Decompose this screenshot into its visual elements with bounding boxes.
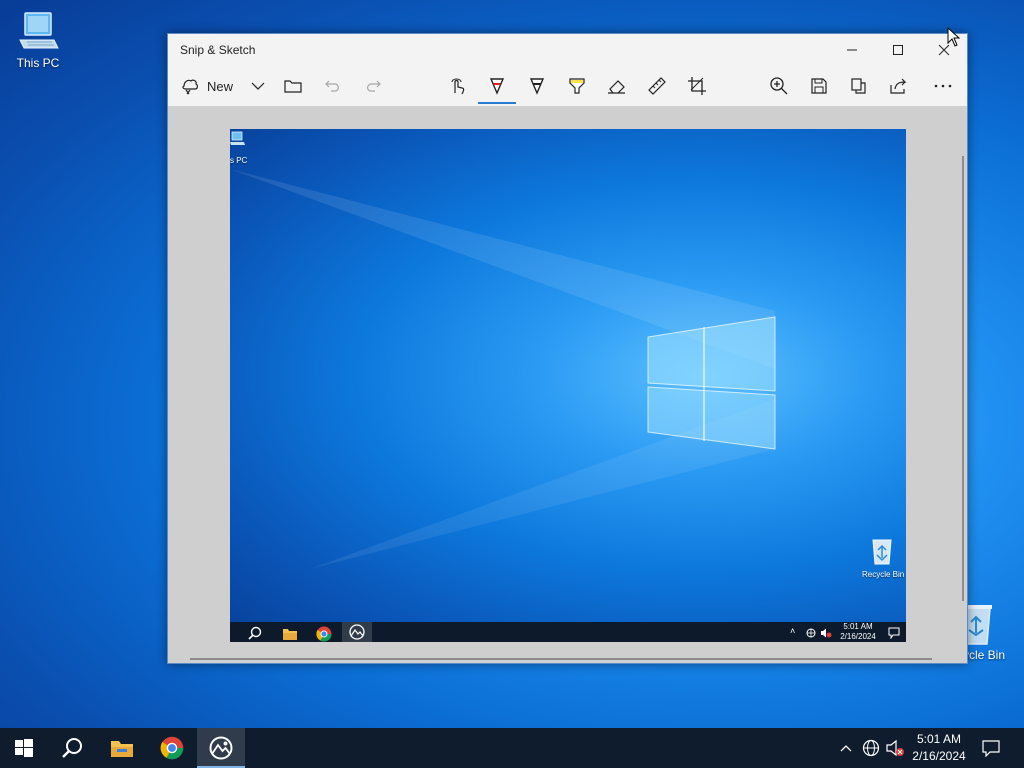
snip-sketch-icon [209,736,233,760]
maximize-button[interactable] [875,34,921,66]
network-icon [806,628,816,638]
start-button[interactable] [0,728,48,768]
ruler-button[interactable] [644,70,670,102]
selected-tool-indicator [478,102,516,104]
captured-clock-date: 2/16/2024 [840,632,876,641]
new-button-label: New [207,78,234,94]
captured-taskbar: ˄ 5:01 AM 2/16/2024 [230,622,906,642]
file-explorer-taskbar-button[interactable] [98,728,146,768]
crop-icon [688,77,706,95]
window-title: Snip & Sketch [180,43,256,57]
windows-wallpaper-light-rays [230,169,776,569]
horizontal-scrollbar[interactable] [190,658,932,660]
network-icon [862,739,880,757]
touch-writing-icon [451,78,465,95]
network-button[interactable] [860,728,882,768]
new-snip-icon [182,79,198,95]
save-button[interactable] [806,70,832,102]
zoom-button[interactable] [766,70,792,102]
folder-icon [284,80,302,93]
share-button[interactable] [886,70,912,102]
chevron-up-icon: ˄ [790,626,796,636]
maximize-icon [893,45,903,55]
eraser-icon [608,80,625,94]
more-options-button[interactable] [930,70,956,102]
title-bar[interactable]: Snip & Sketch [168,34,967,66]
snip-sketch-icon [349,624,365,640]
copy-button[interactable] [846,70,872,102]
captured-this-pc-label: s PC [230,156,248,165]
highlighter-icon [569,78,585,94]
search-icon [248,626,262,640]
redo-icon [367,80,381,92]
captured-recycle-bin-label: Recycle Bin [862,570,905,579]
chrome-icon [160,736,184,760]
pencil-button[interactable] [524,70,550,102]
ballpoint-pen-icon [489,78,505,95]
action-center-button[interactable] [976,728,1006,768]
undo-icon [325,80,339,92]
vertical-scrollbar[interactable] [962,156,964,601]
crop-button[interactable] [684,70,710,102]
save-icon [811,78,827,94]
taskbar: 5:01 AM 2/16/2024 [0,728,1024,768]
file-explorer-icon [283,629,297,640]
more-icon [934,84,952,88]
highlighter-button[interactable] [564,70,590,102]
eraser-button[interactable] [604,70,630,102]
snip-sketch-taskbar-button[interactable] [197,728,245,768]
captured-clock-time: 5:01 AM [843,622,873,631]
search-button[interactable] [48,728,96,768]
redo-button[interactable] [360,70,386,102]
ruler-icon [648,77,666,95]
recycle-bin-icon [872,539,892,565]
clock-time: 5:01 AM [916,732,962,746]
volume-muted-icon [886,739,904,757]
clock-date: 2/16/2024 [912,749,966,763]
chevron-up-icon [840,745,852,752]
chrome-icon [316,626,332,642]
share-icon [890,78,907,94]
touch-writing-button[interactable] [444,70,470,102]
action-center-icon [888,627,900,639]
new-snip-button[interactable]: New [180,70,233,102]
taskbar-clock[interactable]: 5:01 AM 2/16/2024 [906,728,972,768]
volume-muted-icon [821,628,832,638]
chevron-down-icon [251,82,265,90]
open-file-button[interactable] [280,70,306,102]
desktop-icon-label: This PC [16,56,60,70]
this-pc-icon [19,12,59,49]
minimize-icon [847,49,857,51]
show-hidden-icons-button[interactable] [836,728,856,768]
snip-sketch-window: Snip & Sketch New s PC Recycle Bin ˄ 5:0… [167,33,968,664]
desktop-icon-this-pc[interactable]: This PC [8,10,68,70]
action-center-icon [982,740,1000,757]
this-pc-icon [230,131,245,145]
snip-mode-dropdown[interactable] [248,70,268,102]
zoom-icon [770,77,788,95]
undo-button[interactable] [320,70,346,102]
captured-clock: 5:01 AM 2/16/2024 [836,622,880,642]
search-icon [62,738,82,758]
mouse-cursor-icon [947,27,961,47]
canvas-area[interactable]: s PC Recycle Bin ˄ 5:01 AM 2/16/2024 [168,106,967,663]
captured-active-app [342,622,372,642]
minimize-button[interactable] [829,34,875,66]
chrome-taskbar-button[interactable] [148,728,196,768]
captured-screenshot[interactable]: s PC Recycle Bin ˄ 5:01 AM 2/16/2024 [230,129,906,642]
windows-start-icon [15,739,33,757]
pencil-icon [529,78,545,95]
ballpoint-pen-button[interactable] [484,70,510,102]
toolbar: New [168,66,967,106]
file-explorer-icon [111,741,133,757]
copy-icon [851,78,866,94]
volume-button[interactable] [884,728,906,768]
